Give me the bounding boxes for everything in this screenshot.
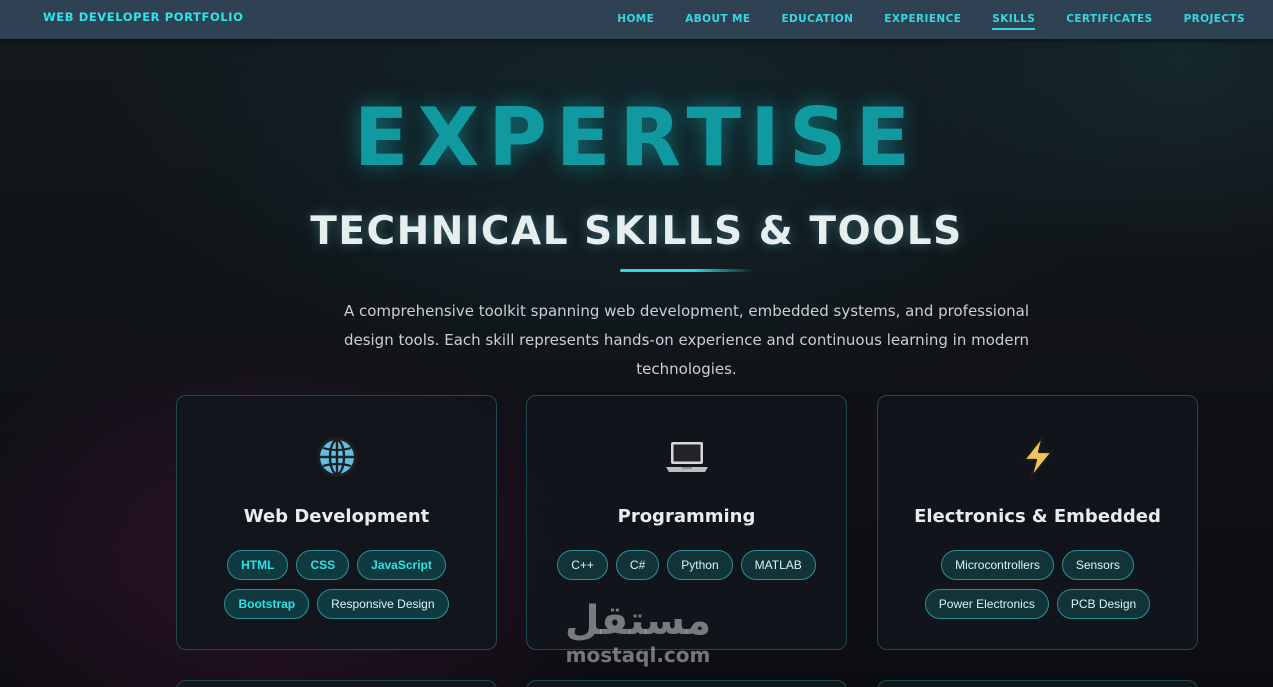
hero-subtitle: TECHNICAL SKILLS & TOOLS bbox=[310, 209, 963, 254]
watermark-arabic: مستقل bbox=[564, 598, 712, 644]
skill-tag: MATLAB bbox=[740, 550, 816, 580]
skill-tag: CSS bbox=[296, 550, 350, 580]
skill-tag: Power Electronics bbox=[924, 589, 1049, 619]
lightning-icon bbox=[1015, 434, 1061, 480]
hero-title: EXPERTISE bbox=[353, 91, 920, 184]
skill-tag: Responsive Design bbox=[317, 589, 449, 619]
skill-card-electronics: Electronics & Embedded Microcontrollers … bbox=[877, 395, 1198, 650]
skill-tag: C# bbox=[615, 550, 660, 580]
nav-link-home[interactable]: HOME bbox=[617, 13, 654, 30]
skill-tag: Sensors bbox=[1061, 550, 1134, 580]
nav-link-about[interactable]: ABOUT ME bbox=[685, 13, 750, 30]
tag-list: Microcontrollers Sensors Power Electroni… bbox=[890, 550, 1185, 619]
brand-logo[interactable]: WEB DEVELOPER PORTFOLIO bbox=[43, 10, 244, 24]
hero-description: A comprehensive toolkit spanning web dev… bbox=[343, 302, 1030, 378]
tag-list: C++ C# Python MATLAB bbox=[539, 550, 834, 580]
navbar: WEB DEVELOPER PORTFOLIO HOME ABOUT ME ED… bbox=[0, 0, 1273, 39]
card-title: Programming bbox=[617, 506, 756, 527]
nav-link-education[interactable]: EDUCATION bbox=[781, 13, 853, 30]
skill-card-partial bbox=[877, 680, 1198, 687]
watermark-latin: mostaql.com bbox=[565, 643, 711, 667]
skill-card-partial bbox=[526, 680, 847, 687]
skill-tag: HTML bbox=[227, 550, 289, 580]
nav-link-projects[interactable]: PROJECTS bbox=[1184, 13, 1245, 30]
nav-link-skills[interactable]: SKILLS bbox=[992, 13, 1036, 30]
skill-card-web-development: Web Development HTML CSS JavaScript Boot… bbox=[176, 395, 497, 650]
nav-links: HOME ABOUT ME EDUCATION EXPERIENCE SKILL… bbox=[586, 13, 1245, 30]
skill-tag: C++ bbox=[557, 550, 608, 580]
title-underline bbox=[620, 269, 754, 272]
globe-icon bbox=[314, 434, 360, 480]
skill-card-partial bbox=[176, 680, 497, 687]
laptop-icon bbox=[664, 434, 710, 480]
skill-tag: JavaScript bbox=[357, 550, 446, 580]
skill-tag: Microcontrollers bbox=[941, 550, 1054, 580]
skill-tag: Bootstrap bbox=[224, 589, 310, 619]
skill-tag: PCB Design bbox=[1056, 589, 1151, 619]
card-title: Web Development bbox=[243, 506, 430, 527]
skill-tag: Python bbox=[667, 550, 733, 580]
nav-link-experience[interactable]: EXPERIENCE bbox=[884, 13, 961, 30]
tag-list: HTML CSS JavaScript Bootstrap Responsive… bbox=[189, 550, 484, 619]
nav-link-certificates[interactable]: CERTIFICATES bbox=[1066, 13, 1152, 30]
card-title: Electronics & Embedded bbox=[914, 506, 1161, 527]
watermark: مستقل mostaql.com bbox=[558, 598, 718, 666]
